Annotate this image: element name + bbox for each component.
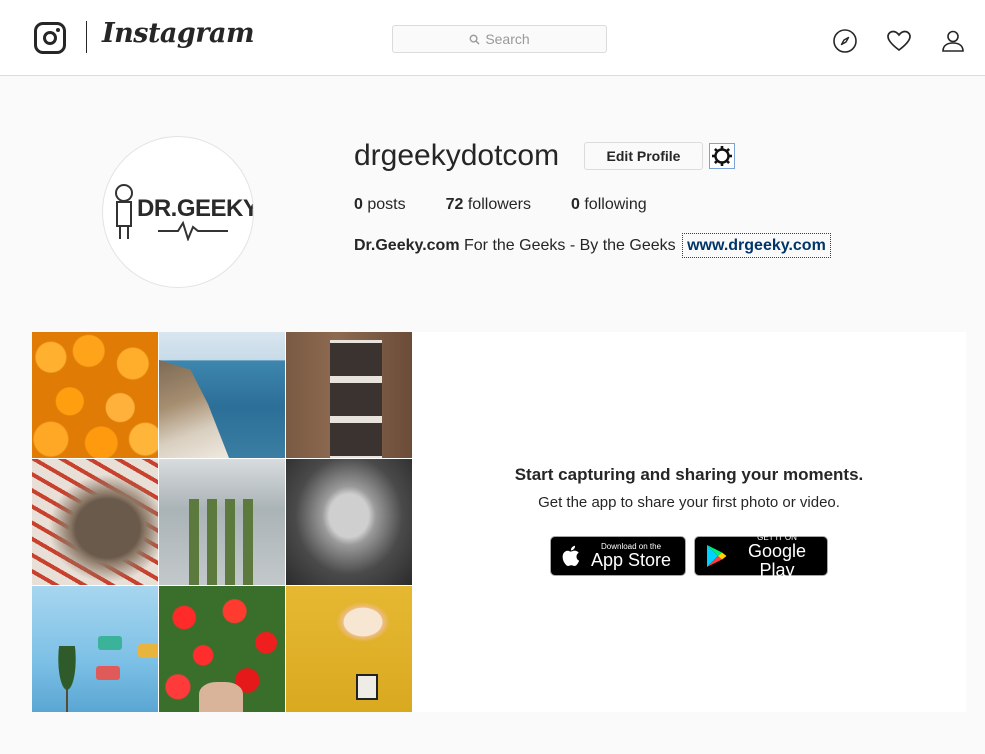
instagram-camera-logo-icon[interactable] [34, 22, 66, 54]
google-play-big-text: Google Play [747, 540, 807, 580]
instagram-wordmark[interactable]: Instagram [102, 18, 255, 49]
profile-website-link[interactable]: www.drgeeky.com [682, 233, 831, 258]
google-play-logo-icon [707, 545, 727, 567]
followers-label: followers [467, 196, 531, 213]
followers-stat[interactable]: 72 followers [446, 196, 531, 214]
profile-username: drgeekydotcom [354, 139, 560, 172]
sample-photo-sky-ride [32, 586, 158, 712]
logo-divider [86, 21, 87, 53]
empty-profile-panel: Start capturing and sharing your moments… [32, 332, 966, 712]
sample-photo-baby [286, 459, 412, 585]
following-count: 0 [571, 196, 580, 213]
settings-gear-icon[interactable] [709, 143, 735, 169]
promo-subtitle: Get the app to share your first photo or… [538, 494, 840, 511]
profile-person-icon[interactable] [940, 28, 966, 54]
promo-title: Start capturing and sharing your moments… [514, 465, 864, 484]
profile-stats: 0 posts 72 followers 0 following [354, 196, 687, 214]
edit-profile-button[interactable]: Edit Profile [584, 142, 703, 170]
sample-photo-cat-with-camera [286, 586, 412, 712]
explore-compass-icon[interactable] [832, 28, 858, 54]
activity-heart-icon[interactable] [886, 28, 912, 54]
heartbeat-pulse-icon [158, 221, 228, 241]
app-store-button[interactable]: Download on the App Store [550, 536, 686, 576]
get-app-promo: Start capturing and sharing your moments… [412, 332, 966, 712]
search-input[interactable]: Search [392, 25, 607, 53]
logo-lens [43, 31, 57, 45]
avatar-logo-text: DR.GEEKY [137, 195, 254, 222]
posts-count: 0 [354, 196, 363, 213]
profile-bio-text: For the Geeks - By the Geeks [459, 237, 681, 254]
search-icon [469, 34, 480, 45]
doctor-mascot-icon [115, 184, 133, 239]
following-label: following [584, 196, 647, 213]
posts-stat: 0 posts [354, 196, 406, 214]
posts-label: posts [367, 196, 406, 213]
profile-avatar[interactable]: DR.GEEKY [102, 136, 254, 288]
following-stat[interactable]: 0 following [571, 196, 647, 214]
search-placeholder: Search [485, 31, 530, 47]
logo-dot [56, 28, 60, 32]
top-navigation-bar: Instagram Search [0, 0, 985, 76]
app-store-big-text: App Store [591, 550, 672, 570]
google-play-button[interactable]: GET IT ON Google Play [694, 533, 828, 579]
sample-photo-photo-booth-strip [286, 332, 412, 458]
profile-bio: Dr.Geeky.com For the Geeks - By the Geek… [354, 233, 831, 258]
apple-logo-icon [562, 545, 580, 566]
sample-photo-grid [32, 332, 412, 712]
profile-full-name: Dr.Geeky.com [354, 237, 460, 254]
sample-photo-cactus [159, 459, 285, 585]
sample-photo-dog [32, 459, 158, 585]
sample-photo-red-flowers [159, 586, 285, 712]
followers-count: 72 [445, 196, 464, 213]
sample-photo-coastline [159, 332, 285, 458]
sample-photo-oranges [32, 332, 158, 458]
